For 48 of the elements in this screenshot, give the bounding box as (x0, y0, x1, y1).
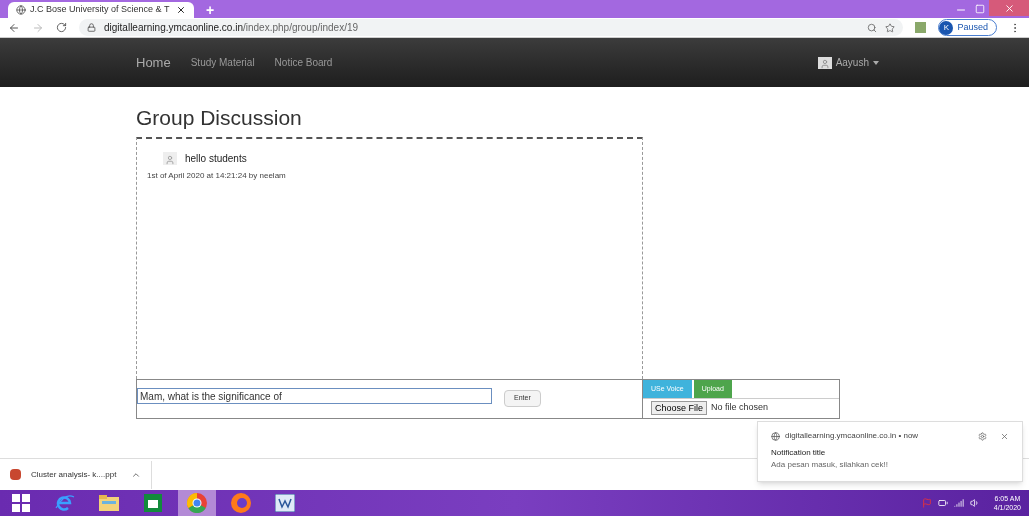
fox-globe-icon (231, 493, 251, 513)
address-bar[interactable]: digitallearning.ymcaonline.co.in/index.php/group/index/19 (79, 19, 904, 36)
document-w-icon (275, 494, 295, 512)
globe-icon (771, 431, 780, 441)
close-icon[interactable] (176, 5, 186, 15)
slides-file-icon (10, 469, 21, 480)
caret-icon (873, 60, 879, 65)
browser-e-icon (55, 494, 75, 512)
nav-link[interactable]: Notice Board (274, 55, 333, 70)
tab-title: J.C Bose University of Science & T (30, 3, 171, 17)
message-text: hello students (185, 152, 247, 166)
message-meta: 1st of April 2020 at 14:21:24 by neelam (147, 170, 287, 182)
user-menu[interactable]: Aayush (817, 55, 879, 70)
notification-body: Ada pesan masuk, silahkan cek!! (771, 459, 889, 471)
nav-link[interactable]: Study Material (190, 55, 255, 70)
notification-title: Notification title (771, 447, 827, 459)
chrome-logo-icon (187, 493, 207, 513)
notification-source: digitallearning.ymcaonline.co.in • now (785, 430, 919, 442)
avatar-icon (817, 56, 832, 69)
extension-icon[interactable] (915, 22, 927, 33)
battery-icon[interactable] (937, 498, 948, 508)
choose-file-button[interactable]: Choose File (651, 401, 708, 415)
notification-popup[interactable]: digitallearning.ymcaonline.co.in • now Notification title Ada pesan masuk, silahkan cek!! (757, 421, 1023, 482)
store-bag-icon (144, 494, 162, 512)
url-text: digitallearning.ymcaonline.co.in/index.php/group/index/19 (104, 21, 359, 35)
signal-icon[interactable] (953, 498, 964, 508)
globe-icon (16, 5, 26, 15)
profile-avatar: K (939, 20, 954, 35)
download-item[interactable]: Cluster analysis- k....ppt (31, 468, 117, 481)
profile-status: Paused (957, 20, 988, 34)
browser-tab[interactable]: J.C Bose University of Science & T (8, 2, 194, 18)
message-input[interactable]: Mam, what is the significance of (137, 388, 492, 404)
reload-icon[interactable] (56, 22, 67, 33)
search-icon[interactable] (867, 22, 878, 33)
page-title: Group Discussion (136, 105, 303, 131)
close-icon (1003, 2, 1015, 14)
nav-link[interactable]: Home (136, 52, 171, 73)
star-icon[interactable] (885, 22, 896, 33)
windows-logo-icon (12, 494, 30, 512)
file-status: No file chosen (711, 401, 769, 415)
back-arrow-icon[interactable] (8, 21, 20, 34)
maximize-icon[interactable] (975, 4, 985, 14)
avatar-icon (163, 152, 177, 165)
lock-icon (87, 23, 96, 32)
folder-icon (99, 495, 119, 511)
settings-icon[interactable] (978, 431, 987, 441)
speaker-icon[interactable] (969, 498, 980, 508)
new-tab-button[interactable]: + (206, 2, 215, 18)
